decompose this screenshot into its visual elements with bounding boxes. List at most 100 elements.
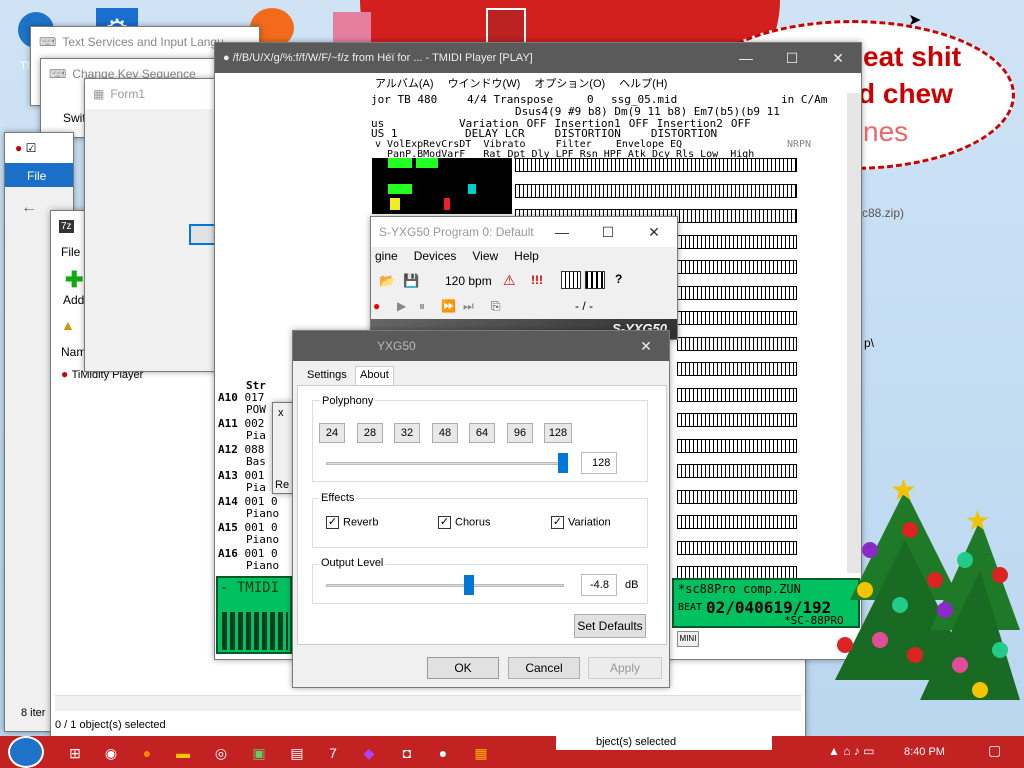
piano-keyboard-row <box>677 336 797 351</box>
add-icon[interactable]: ✚ <box>65 267 83 293</box>
maximize-button[interactable]: ☐ <box>585 217 631 247</box>
set-defaults-button[interactable]: Set Defaults <box>574 614 646 638</box>
meter-green-1 <box>388 158 412 168</box>
app-icon-c[interactable]: ▤ <box>286 742 308 764</box>
poly-button-32[interactable]: 32 <box>394 423 420 443</box>
variation-checkbox[interactable]: ✓ Variation <box>551 516 611 529</box>
menu-engine[interactable]: gine <box>375 249 398 263</box>
meter-green-2 <box>416 158 438 168</box>
piano-keyboard-row <box>677 260 797 274</box>
poly-button-96[interactable]: 96 <box>507 423 533 443</box>
svg-text:★: ★ <box>965 505 990 536</box>
poly-button-128[interactable]: 128 <box>544 423 572 443</box>
polyphony-slider-track[interactable] <box>326 462 564 465</box>
maximize-button[interactable]: ☐ <box>769 43 815 73</box>
task-view-icon[interactable]: ⊞ <box>64 742 86 764</box>
tempo-display: 120 bpm <box>445 274 492 288</box>
cancel-button[interactable]: Cancel <box>508 657 580 679</box>
zip-hint: c88.zip) <box>862 206 905 220</box>
bubble-line-3: nes <box>863 116 909 147</box>
minimize-button[interactable]: — <box>723 43 769 73</box>
play-icon[interactable]: ▶ <box>397 299 406 313</box>
open-folder-icon[interactable]: 📂 <box>379 273 395 289</box>
add-label: Add <box>63 293 85 307</box>
metronome-icon[interactable]: ⚠ <box>503 272 516 289</box>
close-button[interactable]: ✕ <box>815 43 861 73</box>
forward-icon[interactable]: ⏩ <box>441 299 456 313</box>
panic-icon[interactable]: !!! <box>531 273 543 287</box>
polyphony-slider-thumb[interactable] <box>558 453 568 473</box>
small-window-close[interactable]: x <box>278 407 284 419</box>
column-name-header[interactable]: Nam <box>61 345 86 359</box>
syxg-window[interactable]: S-YXG50 Program 0: Default — ☐ ✕ gine De… <box>370 216 678 340</box>
poly-button-48[interactable]: 48 <box>432 423 458 443</box>
pause-icon[interactable]: ⏸ <box>419 299 425 314</box>
app-icon-b[interactable]: ▣ <box>248 742 270 764</box>
piano-view-icon[interactable] <box>585 271 605 289</box>
close-button[interactable]: ✕ <box>631 217 677 247</box>
sevenzip-menu-file[interactable]: File <box>61 245 80 259</box>
explorer-tab-file[interactable]: File <box>27 169 46 183</box>
text-services-title: Text Services and Input Langu... <box>62 35 234 49</box>
chrome-icon[interactable]: ◉ <box>100 742 122 764</box>
notification-icon[interactable]: ▢ <box>988 742 1001 759</box>
app-icon-a[interactable]: ◎ <box>210 742 232 764</box>
up-folder-icon[interactable]: ▲ <box>61 317 75 333</box>
mini-button[interactable]: MINI <box>677 631 699 647</box>
minimize-button[interactable]: — <box>539 217 585 247</box>
menu-option[interactable]: オプション(O) <box>534 75 605 91</box>
horizontal-scrollbar[interactable] <box>55 695 801 711</box>
keyboard-view-icon[interactable] <box>561 271 581 289</box>
clock[interactable]: 8:40 PM <box>904 746 945 758</box>
poly-button-64[interactable]: 64 <box>469 423 495 443</box>
loop-icon[interactable]: ⎘ <box>491 299 501 314</box>
menu-devices[interactable]: Devices <box>414 249 457 263</box>
taskbar-status-text: bject(s) selected <box>556 734 772 750</box>
track-row-a14: A14 001 0 Piano <box>218 496 290 520</box>
menu-window[interactable]: ウインドウ(W) <box>448 75 521 91</box>
app-icon-f[interactable]: ◘ <box>396 742 418 764</box>
track-row-a16: A16 001 0 Piano <box>218 548 290 572</box>
piano-keyboard-row <box>677 311 797 325</box>
chorus-label: Chorus <box>455 516 491 529</box>
app-icon-pink[interactable] <box>333 12 371 44</box>
small-hidden-window[interactable]: x Re <box>272 402 294 494</box>
menu-album[interactable]: アルバム(A) <box>375 75 434 91</box>
tray-icons[interactable]: ▲ ⌂ ♪ ▭ <box>828 744 874 758</box>
skip-end-icon[interactable]: ⏭ <box>463 299 474 314</box>
settings-titlebar[interactable]: YXG50 <box>293 331 669 361</box>
tab-settings[interactable]: Settings <box>307 369 347 381</box>
ok-button[interactable]: OK <box>427 657 499 679</box>
output-slider-thumb[interactable] <box>463 575 474 595</box>
lcd-beat-label: BEAT <box>678 602 703 613</box>
tab-about[interactable]: About <box>355 366 394 386</box>
reverb-checkbox[interactable]: ✓ Reverb <box>326 516 378 529</box>
app-icon-d[interactable]: 7 <box>322 742 344 764</box>
syxg-menubar: gine Devices View Help <box>371 249 539 263</box>
close-button[interactable]: ✕ <box>623 331 669 361</box>
menu-help[interactable]: Help <box>514 249 539 263</box>
polyphony-value-box[interactable]: 128 <box>581 452 617 474</box>
save-icon[interactable]: 💾 <box>403 273 419 289</box>
christmas-tree-graphic: ★ ★ <box>835 474 1020 700</box>
app-icon-g[interactable]: ● <box>432 742 454 764</box>
folder-icon[interactable]: ▬ <box>172 742 194 764</box>
menu-view[interactable]: View <box>472 249 498 263</box>
help-icon[interactable]: ? <box>615 272 622 286</box>
output-value-box[interactable]: -4.8 <box>581 574 617 596</box>
output-slider-track[interactable] <box>326 584 564 587</box>
tmidi-title: ● /f/B/U/X/g/%:f/f/W/F/~f/z from Héï for… <box>223 52 533 64</box>
poly-button-28[interactable]: 28 <box>357 423 383 443</box>
start-button[interactable] <box>8 736 44 768</box>
app-icon-e[interactable]: ◆ <box>358 742 380 764</box>
chorus-checkbox[interactable]: ✓ Chorus <box>438 516 490 529</box>
menu-help[interactable]: ヘルプ(H) <box>619 75 667 91</box>
app-icon-h[interactable]: ▦ <box>470 742 492 764</box>
nrpn-label: NRPN <box>787 139 812 150</box>
apply-button[interactable]: Apply <box>588 657 662 679</box>
poly-button-24[interactable]: 24 <box>319 423 345 443</box>
firefox-icon[interactable]: ● <box>136 742 158 764</box>
record-icon[interactable]: ● <box>373 299 380 313</box>
explorer-titlebar[interactable]: ● ☑ <box>5 133 73 163</box>
back-arrow-icon[interactable]: ← <box>21 199 37 217</box>
